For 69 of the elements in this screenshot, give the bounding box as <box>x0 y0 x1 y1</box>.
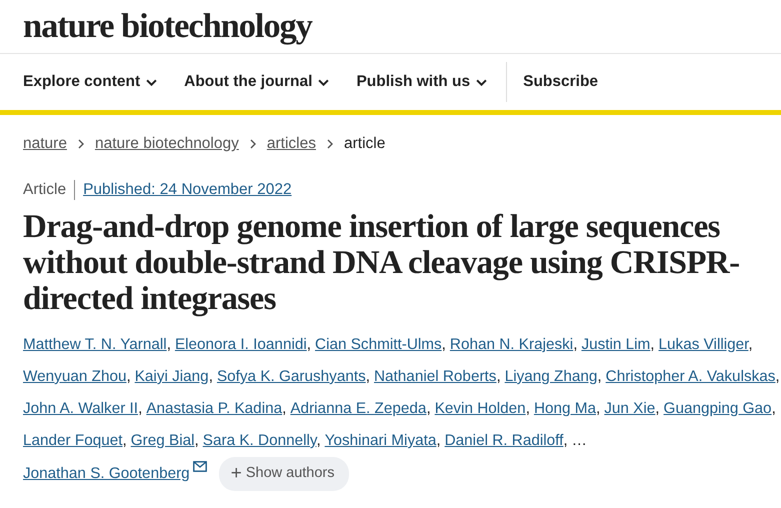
author-link[interactable]: Liyang Zhang <box>504 368 598 385</box>
author-link[interactable]: Eleonora I. Ioannidi <box>174 336 307 353</box>
author-link[interactable]: Rohan N. Krajeski <box>450 336 574 353</box>
nav-menu-item[interactable]: Explore content <box>23 73 158 91</box>
breadcrumb-link[interactable]: nature <box>23 135 67 153</box>
author-link[interactable]: Nathaniel Roberts <box>374 368 496 385</box>
comma: , <box>166 336 171 353</box>
published-date-link[interactable]: Published: 24 November 2022 <box>83 181 292 199</box>
comma: , <box>596 400 600 417</box>
author-link[interactable]: Kaiyi Jiang <box>134 368 209 385</box>
chevron-right-icon <box>326 139 333 149</box>
author-link[interactable]: Yoshinari Miyata <box>324 432 436 449</box>
author-link[interactable]: Hong Ma <box>534 400 596 417</box>
comma: , <box>496 368 501 385</box>
author-link[interactable]: Lukas Villiger <box>658 336 748 353</box>
comma: , <box>573 336 578 353</box>
author-link[interactable]: Jonathan S. Gootenberg <box>23 465 190 482</box>
author-link[interactable]: Wenyuan Zhou <box>23 368 126 385</box>
author-link[interactable]: Kevin Holden <box>434 400 526 417</box>
author-link[interactable]: Cian Schmitt-Ulms <box>315 336 442 353</box>
author-link[interactable]: Lander Foquet <box>23 432 123 449</box>
author-link[interactable]: Greg Bial <box>130 432 195 449</box>
comma: , <box>122 432 127 449</box>
comma: , <box>138 400 142 417</box>
comma: , <box>316 432 321 449</box>
comma: , <box>772 400 776 417</box>
nav-menu-item[interactable]: Subscribe <box>523 73 598 91</box>
article-title: Drag-and-drop genome insertion of large sequences without double-strand DNA cleavage using CRISPR-directed integrases <box>23 209 741 317</box>
comma: , <box>126 368 131 385</box>
chevron-right-icon <box>250 139 256 149</box>
article-type: Article <box>23 181 66 199</box>
chevron-right-icon <box>78 139 84 149</box>
comma: , <box>563 432 568 449</box>
author-link[interactable]: Anastasia P. Kadina <box>146 400 282 417</box>
ellipsis: … <box>572 431 587 451</box>
chevron-down-icon <box>146 78 158 86</box>
comma: , <box>526 400 530 417</box>
comma: , <box>208 368 213 385</box>
author-link[interactable]: John A. Walker II <box>23 400 138 417</box>
chevron-down-icon <box>318 78 330 86</box>
comma: , <box>597 368 602 385</box>
author-link[interactable]: Daniel R. Radiloff <box>444 432 564 449</box>
comma: , <box>426 400 431 417</box>
breadcrumb-link[interactable]: nature biotechnology <box>94 135 239 153</box>
nav-menu-item[interactable]: About the journal <box>184 73 330 91</box>
author-link[interactable]: Matthew T. N. Yarnall <box>23 336 167 353</box>
comma: , <box>775 368 780 385</box>
author-link[interactable]: Adrianna E. Zepeda <box>290 400 426 417</box>
author-link[interactable]: Sofya K. Garushyants <box>216 368 366 385</box>
nav-menu-item[interactable]: Publish with us <box>356 73 488 91</box>
author-link[interactable]: Jun Xie <box>604 400 656 417</box>
comma: , <box>194 432 199 449</box>
comma: , <box>436 432 441 449</box>
comma: , <box>650 336 655 353</box>
comma: , <box>366 368 370 385</box>
comma: , <box>282 400 286 417</box>
comma: , <box>442 336 446 353</box>
comma: , <box>748 336 753 353</box>
breadcrumb-current: article <box>344 135 386 153</box>
envelope-icon[interactable] <box>192 461 207 472</box>
author-link[interactable]: Guangping Gao <box>664 400 772 417</box>
journal-logo[interactable]: nature biotechnology <box>23 7 312 46</box>
comma: , <box>306 336 312 353</box>
author-link[interactable]: Christopher A. Vakulskas <box>606 368 776 385</box>
chevron-down-icon <box>476 78 488 86</box>
author-link[interactable]: Sara K. Donnelly <box>202 432 316 449</box>
author-link[interactable]: Justin Lim <box>581 336 650 353</box>
breadcrumb-link[interactable]: articles <box>266 135 316 153</box>
comma: , <box>655 400 660 417</box>
